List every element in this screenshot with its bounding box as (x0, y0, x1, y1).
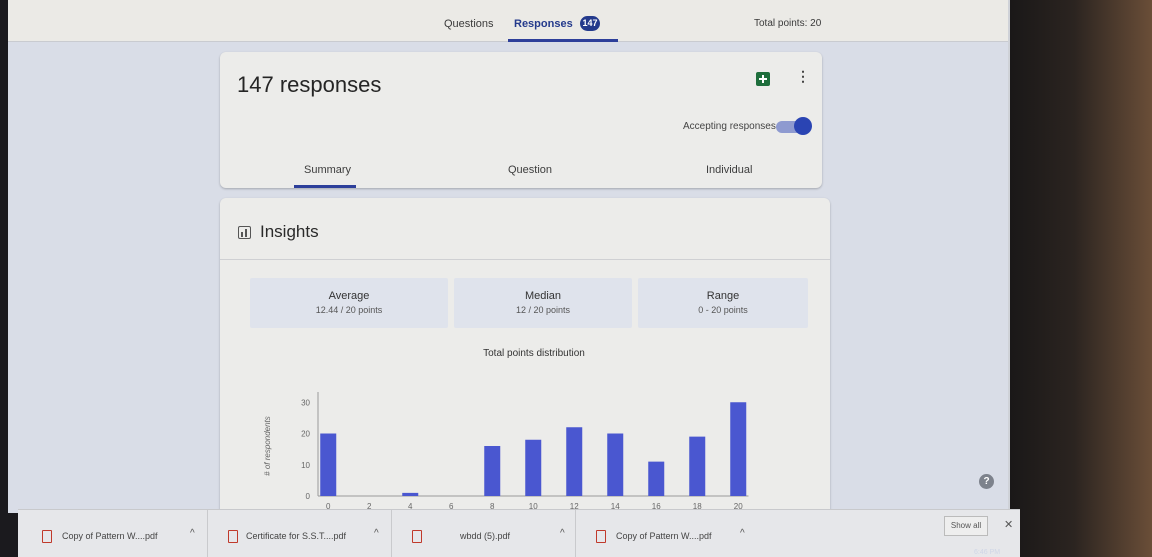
insights-title: Insights (260, 222, 319, 241)
chart-bar (320, 433, 337, 496)
pdf-icon (226, 530, 238, 543)
download-item[interactable]: Copy of Pattern W....pdf ^ (576, 510, 766, 557)
stat-median: Median 12 / 20 points (454, 278, 632, 328)
download-filename: wbdd (5).pdf (460, 531, 511, 541)
stat-label: Average (328, 290, 370, 302)
tab-individual[interactable]: Individual (706, 164, 752, 176)
download-filename: Copy of Pattern W....pdf (616, 531, 712, 541)
summary-tab-indicator (294, 185, 356, 188)
chart-bar (689, 436, 706, 496)
toggle-knob[interactable] (794, 117, 812, 135)
stat-label: Range (706, 290, 740, 302)
accepting-responses-label: Accepting responses (683, 121, 776, 132)
chart-bar (607, 433, 624, 496)
pdf-icon (594, 530, 606, 543)
download-item[interactable]: Copy of Pattern W....pdf ^ (18, 510, 208, 557)
stat-average: Average 12.44 / 20 points (250, 278, 448, 328)
y-tick-label: 20 (301, 430, 310, 439)
responses-title: 147 responses (237, 72, 382, 97)
y-tick-label: 10 (301, 461, 310, 470)
stat-value: 12 / 20 points (515, 305, 571, 315)
chart-bar (648, 461, 665, 496)
y-tick-label: 0 (306, 492, 311, 501)
responses-card: 147 responses ⋮ Accepting responses Summ… (220, 52, 822, 188)
screen-bezel (1010, 0, 1152, 557)
chevron-up-icon[interactable]: ^ (740, 528, 745, 539)
insights-chart-icon (238, 226, 251, 239)
tab-questions[interactable]: Questions (444, 18, 494, 30)
download-filename: Copy of Pattern W....pdf (62, 531, 158, 541)
tab-question[interactable]: Question (508, 164, 552, 176)
stat-range: Range 0 - 20 points (638, 278, 808, 328)
total-points-label: Total points: 20 (754, 18, 822, 29)
sheets-icon[interactable] (756, 72, 770, 86)
pdf-icon (410, 530, 422, 543)
chart-bar (525, 439, 542, 496)
chart-bar (402, 492, 419, 496)
insights-card: Insights Average 12.44 / 20 points Media… (220, 198, 830, 513)
chart-bar (730, 402, 747, 496)
y-axis-label: # of respondents (263, 416, 272, 476)
close-icon[interactable]: ✕ (1004, 518, 1013, 531)
stat-label: Median (524, 290, 562, 302)
chart-bar (484, 446, 501, 496)
download-filename: Certificate for S.S.T....pdf (246, 531, 347, 541)
chevron-up-icon[interactable]: ^ (560, 528, 565, 539)
taskbar-clock: 6:46 PM (974, 549, 1001, 556)
download-item[interactable]: Certificate for S.S.T....pdf ^ (208, 510, 392, 557)
download-bar: Copy of Pattern W....pdf ^ Certificate f… (18, 509, 1020, 557)
help-button[interactable]: ? (979, 474, 994, 489)
points-distribution-chart: 01020300 2 4 6 8 10 12 14 16 18 20# of respondents (263, 392, 749, 511)
chevron-up-icon[interactable]: ^ (374, 528, 379, 539)
chevron-up-icon[interactable]: ^ (190, 528, 195, 539)
pdf-icon (40, 530, 52, 543)
divider (220, 259, 830, 260)
stat-value: 12.44 / 20 points (315, 305, 383, 315)
stat-value: 0 - 20 points (698, 305, 748, 315)
chart-title: Total points distribution (483, 348, 585, 359)
active-tab-indicator (508, 39, 618, 42)
chart-bar (566, 427, 583, 496)
tab-responses[interactable]: Responses (514, 18, 573, 30)
browser-viewport: Questions Responses 147 Total points: 20… (8, 0, 1010, 513)
show-all-button[interactable]: Show all (944, 516, 988, 536)
download-item[interactable]: wbdd (5).pdf ^ (392, 510, 576, 557)
y-tick-label: 30 (301, 398, 310, 407)
tab-summary[interactable]: Summary (304, 164, 351, 176)
form-tab-bar: Questions Responses 147 Total points: 20 (8, 0, 1010, 42)
responses-count-badge: 147 (580, 16, 600, 31)
more-vert-icon[interactable]: ⋮ (796, 69, 810, 83)
